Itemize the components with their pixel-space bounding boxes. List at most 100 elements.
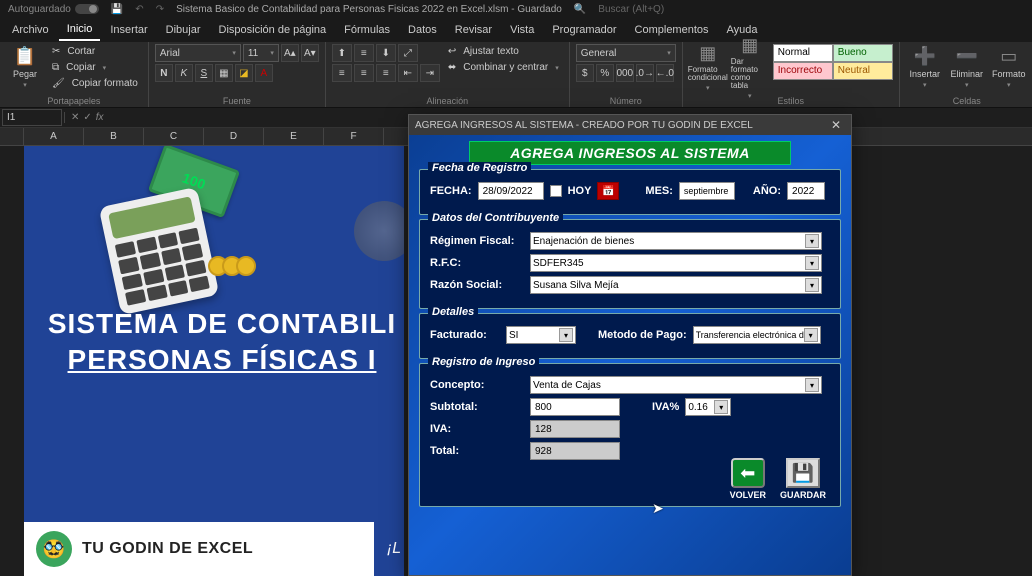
underline-icon[interactable]: S [195, 64, 213, 82]
align-bottom-icon[interactable]: ⬇ [376, 44, 396, 62]
tab-inicio[interactable]: Inicio [59, 19, 101, 41]
format-as-table-button[interactable]: ▦Dar formato como tabla▾ [731, 44, 769, 90]
currency-icon[interactable]: $ [576, 64, 594, 82]
tab-dibujar[interactable]: Dibujar [158, 20, 209, 40]
dialog-titlebar[interactable]: AGREGA INGRESOS AL SISTEMA - CREADO POR … [409, 115, 851, 135]
autosave-switch[interactable] [75, 4, 99, 14]
style-normal[interactable]: Normal [773, 44, 833, 62]
delete-cells-button[interactable]: ➖Eliminar▾ [948, 44, 986, 90]
mes-input[interactable] [679, 182, 735, 200]
decrease-decimal-icon[interactable]: ←.0 [656, 64, 674, 82]
col-header[interactable]: F [324, 128, 384, 145]
paste-button[interactable]: 📋 Pegar ▾ [6, 44, 44, 90]
facturado-select[interactable]: SI▾ [506, 326, 576, 344]
copy-button[interactable]: ⧉Copiar ▾ [48, 60, 142, 75]
total-label: Total: [430, 445, 524, 457]
align-middle-icon[interactable]: ≡ [354, 44, 374, 62]
percent-icon[interactable]: % [596, 64, 614, 82]
tab-archivo[interactable]: Archivo [4, 20, 57, 40]
search-icon[interactable]: 🔍 [574, 4, 586, 15]
autosave-toggle[interactable]: Autoguardado [8, 4, 99, 15]
volver-button[interactable]: ⬅ VOLVER [730, 458, 766, 500]
undo-icon[interactable]: ↶ [135, 4, 143, 15]
regimen-select[interactable]: Enajenación de bienes▾ [530, 232, 822, 250]
enter-formula-icon[interactable]: ✓ [83, 112, 91, 123]
col-header[interactable]: C [144, 128, 204, 145]
cancel-formula-icon[interactable]: ✕ [71, 112, 79, 123]
increase-decimal-icon[interactable]: .0→ [636, 64, 654, 82]
brush-icon: 🖌 [50, 77, 67, 90]
ivapct-select[interactable]: 0.16▾ [685, 398, 731, 416]
guardar-button[interactable]: 💾 GUARDAR [780, 458, 826, 500]
group-label: Fuente [155, 96, 319, 106]
decrease-font-icon[interactable]: A▾ [301, 44, 319, 62]
style-neutral[interactable]: Neutral [833, 62, 893, 80]
chevron-down-icon: ▾ [805, 256, 819, 270]
format-cells-button[interactable]: ▭Formato▾ [990, 44, 1028, 90]
fieldset-contribuyente: Datos del Contribuyente Régimen Fiscal: … [419, 219, 841, 309]
style-incorrecto[interactable]: Incorrecto [773, 62, 833, 80]
search-placeholder[interactable]: Buscar (Alt+Q) [598, 4, 664, 15]
tab-complementos[interactable]: Complementos [627, 20, 717, 40]
insert-cells-button[interactable]: ➕Insertar▾ [906, 44, 944, 90]
thousands-icon[interactable]: 000 [616, 64, 634, 82]
group-alineacion: ⬆ ≡ ⬇ ⤢ ≡ ≡ ≡ ⇤ ⇥ ↩ Ajustar texto ⬌ Comb… [326, 42, 570, 107]
group-label: Portapapeles [6, 96, 142, 106]
indent-increase-icon[interactable]: ⇥ [420, 64, 440, 82]
bold-icon[interactable]: N [155, 64, 173, 82]
indent-decrease-icon[interactable]: ⇤ [398, 64, 418, 82]
style-bueno[interactable]: Bueno [833, 44, 893, 62]
fx-icon[interactable]: fx [96, 112, 104, 123]
subtotal-input[interactable] [530, 398, 620, 416]
concepto-select[interactable]: Venta de Cajas▾ [530, 376, 822, 394]
tab-insertar[interactable]: Insertar [102, 20, 155, 40]
rfc-select[interactable]: SDFER345▾ [530, 254, 822, 272]
subtotal-label: Subtotal: [430, 401, 524, 413]
orientation-icon[interactable]: ⤢ [398, 44, 418, 62]
fecha-input[interactable] [478, 182, 544, 200]
align-left-icon[interactable]: ≡ [332, 64, 352, 82]
hoy-checkbox[interactable] [550, 185, 562, 197]
merge-center-button[interactable]: ⬌ Combinar y centrar ▾ [444, 60, 563, 75]
sheet-title-1: SISTEMA DE CONTABILI [40, 306, 404, 342]
select-all-corner[interactable] [0, 128, 24, 145]
back-arrow-icon: ⬅ [731, 458, 765, 488]
col-header[interactable]: E [264, 128, 324, 145]
razon-select[interactable]: Susana Silva Mejía▾ [530, 276, 822, 294]
sheet-title-2: PERSONAS FÍSICAS I [40, 342, 404, 378]
cut-button[interactable]: ✂Cortar [48, 44, 142, 59]
tab-vista[interactable]: Vista [502, 20, 542, 40]
col-header[interactable]: D [204, 128, 264, 145]
clipboard-icon: 📋 [14, 46, 36, 67]
font-color-icon[interactable]: A [255, 64, 273, 82]
tab-formulas[interactable]: Fórmulas [336, 20, 398, 40]
redo-icon[interactable]: ↷ [156, 4, 164, 15]
metodo-select[interactable]: Transferencia electrónica de▾ [693, 326, 821, 344]
font-family-combo[interactable]: Arial▾ [155, 44, 241, 62]
borders-icon[interactable]: ▦ [215, 64, 233, 82]
tab-revisar[interactable]: Revisar [447, 20, 500, 40]
wrap-text-button[interactable]: ↩ Ajustar texto [444, 44, 563, 59]
legend-ingreso: Registro de Ingreso [428, 356, 539, 368]
col-header[interactable]: A [24, 128, 84, 145]
align-top-icon[interactable]: ⬆ [332, 44, 352, 62]
name-box[interactable] [2, 109, 62, 126]
tab-disposicion[interactable]: Disposición de página [211, 20, 335, 40]
tab-programador[interactable]: Programador [544, 20, 624, 40]
italic-icon[interactable]: K [175, 64, 193, 82]
col-header[interactable]: B [84, 128, 144, 145]
iva-input [530, 420, 620, 438]
save-icon[interactable]: 💾 [111, 4, 123, 15]
align-center-icon[interactable]: ≡ [354, 64, 374, 82]
align-right-icon[interactable]: ≡ [376, 64, 396, 82]
close-icon[interactable]: ✕ [827, 118, 845, 132]
number-format-combo[interactable]: General▾ [576, 44, 676, 62]
format-painter-button[interactable]: 🖌Copiar formato [48, 76, 142, 91]
fill-color-icon[interactable]: ◪ [235, 64, 253, 82]
font-size-combo[interactable]: 11▾ [243, 44, 279, 62]
increase-font-icon[interactable]: A▴ [281, 44, 299, 62]
tab-datos[interactable]: Datos [400, 20, 445, 40]
ano-input[interactable] [787, 182, 825, 200]
conditional-format-button[interactable]: ▦Formato condicional▾ [689, 44, 727, 90]
calendar-icon[interactable]: 📅 [597, 182, 619, 200]
